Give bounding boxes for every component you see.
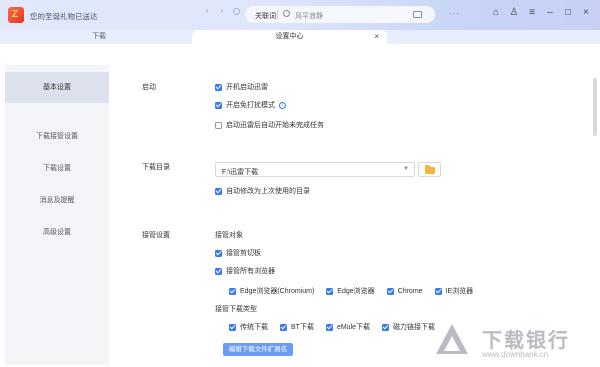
watermark-title: 下载银行 <box>482 330 570 352</box>
refresh-icon[interactable] <box>233 7 240 15</box>
type-options: 传统下载 BT下载 eMule下载 磁力链接下载 <box>229 322 435 332</box>
edit-extensions-button[interactable]: 编辑下载文件扩展名 <box>223 343 293 356</box>
info-icon[interactable]: i <box>279 101 286 109</box>
checkbox[interactable] <box>229 323 236 331</box>
option-chrome[interactable]: Chrome <box>386 286 423 296</box>
folder-icon <box>425 165 435 174</box>
promo-text[interactable]: 您的圣诞礼物已送达 <box>30 11 98 22</box>
close-icon[interactable]: × <box>581 8 591 18</box>
option-clipboard[interactable]: 接管剪切板 <box>215 248 261 258</box>
search-divider <box>277 10 278 19</box>
option-emule-download[interactable]: eMule下载 <box>325 322 370 332</box>
option-edge[interactable]: Edge浏览器 <box>326 286 375 296</box>
section-label-startup: 启动 <box>142 84 156 91</box>
more-icon[interactable]: ··· <box>449 10 463 18</box>
watermark-logo-icon <box>436 324 472 360</box>
skin-icon[interactable]: ⌂ <box>491 8 501 18</box>
checkbox[interactable] <box>215 249 222 257</box>
takeover-types-title: 接管下载类型 <box>215 306 257 313</box>
tab-strip: 下载 设置中心 × <box>0 30 600 44</box>
browser-options: Edge浏览器(Chromium) Edge浏览器 Chrome IE浏览器 <box>229 286 473 296</box>
option-ie[interactable]: IE浏览器 <box>434 286 473 296</box>
back-icon[interactable]: ‹ <box>203 7 211 15</box>
sidebar-item-download[interactable]: 下载设置 <box>5 153 109 184</box>
window-controls: ⌂ ♙ ≡ – □ × <box>491 8 591 18</box>
search-bar[interactable]: 关联词 风平浪静 <box>245 6 435 23</box>
option-all-browsers[interactable]: 接管所有浏览器 <box>215 266 275 276</box>
nav-buttons: ‹ › <box>203 7 240 15</box>
option-bt-download[interactable]: BT下载 <box>280 322 314 332</box>
checkbox[interactable] <box>215 101 222 109</box>
search-input[interactable]: 风平浪静 <box>295 11 323 21</box>
checkbox[interactable] <box>215 267 222 275</box>
sidebar-item-basic[interactable]: 基本设置 <box>5 72 109 103</box>
chevron-down-icon[interactable]: ▼ <box>403 166 409 172</box>
option-edge-chromium[interactable]: Edge浏览器(Chromium) <box>229 286 314 296</box>
checkbox[interactable] <box>229 287 236 295</box>
checkbox[interactable] <box>325 323 333 331</box>
maximize-icon[interactable]: □ <box>563 8 573 18</box>
image-search-icon[interactable] <box>413 11 422 18</box>
download-dir-select[interactable]: F:\迅雷下载 ▼ <box>215 162 415 177</box>
tab-settings[interactable]: 设置中心 × <box>192 30 387 44</box>
tab-download[interactable]: 下载 <box>0 30 198 44</box>
settings-sidebar: 基本设置 下载接管设置 下载设置 消息及提醒 高级设置 <box>5 65 109 365</box>
minimize-icon[interactable]: – <box>545 8 555 18</box>
app-logo-icon[interactable] <box>8 7 24 23</box>
section-label-takeover: 接管设置 <box>142 232 170 239</box>
option-auto-modify-dir[interactable]: 自动修改为上次使用的目录 <box>215 186 310 196</box>
scrollbar[interactable] <box>593 78 597 136</box>
checkbox[interactable] <box>434 287 442 295</box>
tab-close-icon[interactable]: × <box>374 30 379 44</box>
checkbox[interactable] <box>382 323 390 331</box>
sidebar-item-advanced[interactable]: 高级设置 <box>5 217 109 248</box>
watermark-url: www.downbank.cn <box>482 350 549 359</box>
option-do-not-disturb[interactable]: 开启免打扰模式 i <box>215 100 286 110</box>
browse-folder-button[interactable] <box>418 162 441 177</box>
takeover-objects-title: 接管对象 <box>215 232 243 239</box>
sidebar-item-messages[interactable]: 消息及提醒 <box>5 185 109 216</box>
checkbox[interactable] <box>215 83 222 91</box>
checkbox[interactable] <box>215 187 222 195</box>
settings-content: 基本设置 下载接管设置 下载设置 消息及提醒 高级设置 <box>0 44 600 367</box>
settings-icon[interactable]: ≡ <box>527 8 537 18</box>
checkbox[interactable] <box>386 287 394 295</box>
option-magnet-download[interactable]: 磁力链接下载 <box>382 322 435 332</box>
sidebar-item-takeover[interactable]: 下载接管设置 <box>5 121 109 152</box>
search-keyword-tab[interactable]: 关联词 <box>255 11 276 21</box>
tab-settings-label: 设置中心 <box>275 33 304 40</box>
option-resume-tasks[interactable]: 启动迅雷后自动开始未完成任务 <box>215 120 324 130</box>
forward-icon[interactable]: › <box>218 7 226 15</box>
option-normal-download[interactable]: 传统下载 <box>229 322 268 332</box>
search-icon <box>283 10 290 17</box>
download-dir-path: F:\迅雷下载 <box>222 169 259 176</box>
checkbox[interactable] <box>280 323 287 331</box>
checkbox[interactable] <box>326 287 334 295</box>
checkbox[interactable] <box>215 121 222 129</box>
shirt-icon[interactable]: ♙ <box>509 8 519 18</box>
option-autostart[interactable]: 开机启动迅雷 <box>215 82 268 92</box>
watermark: 下载银行 www.downbank.cn <box>436 320 596 365</box>
title-bar: 您的圣诞礼物已送达 ‹ › 关联词 风平浪静 ··· ⌂ ♙ ≡ – □ × <box>0 0 600 30</box>
section-label-download-dir: 下载目录 <box>142 164 170 171</box>
